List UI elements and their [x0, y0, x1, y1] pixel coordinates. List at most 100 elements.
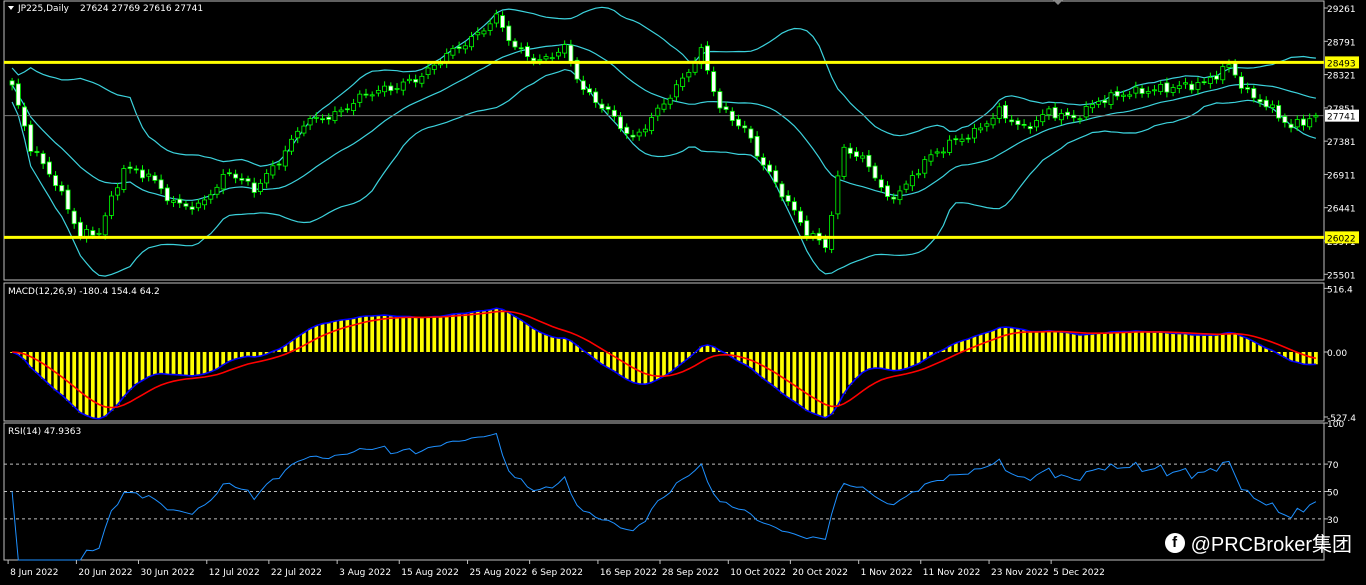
candle-body	[208, 194, 214, 200]
macd-histogram-bar	[649, 352, 654, 383]
macd-histogram-bar	[960, 340, 964, 352]
rsi-axis-label: 50	[1327, 489, 1339, 499]
macd-histogram-bar	[177, 352, 182, 375]
candle-body	[835, 175, 841, 215]
candle-body	[257, 182, 263, 192]
candle-body	[630, 134, 636, 138]
macd-histogram-bar	[786, 352, 791, 398]
macd-histogram-bar	[1196, 334, 1200, 352]
macd-histogram-bar	[550, 336, 555, 352]
macd-histogram-bar	[78, 352, 83, 413]
candle-body	[289, 138, 294, 152]
macd-histogram-bar	[1009, 327, 1014, 352]
macd-histogram-bar	[488, 309, 493, 352]
macd-histogram-bar	[401, 316, 406, 352]
date-axis-label: 1 Nov 2022	[861, 568, 913, 578]
candle-body	[903, 183, 909, 190]
candle-body	[195, 202, 201, 209]
candle-body	[1220, 66, 1226, 81]
date-axis-label: 30 Jun 2022	[140, 568, 194, 578]
rsi-axis-label: 100	[1327, 420, 1344, 430]
candle-body	[239, 178, 245, 181]
candle-body	[649, 117, 655, 131]
candle-body	[1021, 123, 1027, 126]
macd-histogram-bar	[1239, 336, 1244, 352]
candle-body	[1152, 89, 1157, 92]
macd-histogram-bar	[208, 352, 213, 372]
candle-body	[189, 206, 195, 210]
macd-histogram-bar	[121, 352, 126, 397]
macd-histogram-bar	[780, 352, 784, 394]
macd-histogram-bar	[1183, 333, 1188, 352]
candle-body	[251, 182, 257, 193]
macd-histogram-bar	[668, 352, 673, 373]
candle-body	[71, 210, 77, 225]
candle-body	[413, 79, 419, 83]
candle-body	[543, 56, 549, 60]
candle-body	[1245, 87, 1251, 90]
macd-histogram-bar	[184, 352, 188, 376]
candle-body	[121, 168, 127, 190]
candle-body	[537, 59, 543, 61]
candle-body	[282, 150, 288, 167]
candle-body	[1183, 82, 1188, 85]
macd-histogram-bar	[1022, 329, 1026, 352]
macd-histogram-bar	[519, 319, 524, 352]
macd-histogram-bar	[1245, 338, 1250, 352]
trading-chart[interactable]: 2926128791283212785127381269112644125971…	[0, 0, 1366, 581]
candle-body	[965, 137, 971, 140]
macd-histogram-bar	[1059, 331, 1064, 352]
macd-histogram-bar	[451, 314, 455, 352]
macd-histogram-bar	[215, 352, 219, 370]
candle-body	[1251, 88, 1257, 99]
macd-histogram-bar	[506, 312, 511, 352]
macd-histogram-bar	[618, 352, 623, 376]
candle-body	[146, 173, 152, 177]
candle-body	[326, 116, 332, 120]
candle-body	[661, 103, 667, 110]
candle-body	[1108, 92, 1114, 105]
macd-histogram-bar	[997, 327, 1002, 352]
bollinger-upper	[11, 6, 1316, 167]
candle-body	[1114, 91, 1120, 97]
macd-histogram-bar	[388, 315, 393, 352]
price-axis-label: 25501	[1327, 271, 1356, 281]
candle-body	[971, 127, 977, 139]
macd-histogram-bar	[513, 316, 517, 352]
candle-body	[456, 46, 462, 49]
current-price-label: 27741	[1327, 113, 1356, 123]
candle-body	[158, 179, 164, 190]
macd-histogram-bar	[482, 310, 486, 352]
macd-histogram-bar	[835, 352, 840, 406]
candle-body	[1027, 126, 1033, 130]
macd-histogram-bar	[854, 352, 859, 379]
macd-histogram-bar	[90, 352, 95, 418]
macd-histogram-bar	[1227, 332, 1231, 352]
candle-body	[1040, 114, 1046, 123]
macd-histogram-bar	[1047, 330, 1051, 352]
macd-histogram-bar	[308, 328, 312, 352]
macd-label: MACD(12,26,9) -180.4 154.4 64.2	[8, 287, 160, 297]
candle-body	[450, 48, 456, 56]
rsi-axis-label: 70	[1327, 461, 1339, 471]
candle-body	[1232, 62, 1238, 76]
macd-histogram-bar	[345, 319, 350, 352]
candle-body	[22, 106, 27, 127]
candle-body	[723, 106, 729, 110]
price-axis-label: 27381	[1327, 138, 1356, 148]
candle-body	[885, 185, 890, 197]
macd-histogram-bar	[1171, 333, 1175, 352]
candle-body	[307, 118, 313, 126]
macd-histogram-bar	[531, 328, 536, 352]
candle-body	[860, 155, 866, 159]
chart-canvas[interactable]: 2926128791283212785127381269112644125971…	[0, 0, 1366, 581]
candle-body	[1133, 86, 1139, 94]
candle-body	[301, 125, 307, 134]
macd-histogram-bar	[1214, 335, 1219, 352]
candle-body	[127, 166, 133, 169]
candle-body	[1089, 104, 1095, 109]
candle-body	[1164, 82, 1170, 93]
candle-body	[1077, 118, 1083, 121]
macd-histogram-bar	[500, 309, 505, 352]
candle-body	[1145, 91, 1151, 94]
